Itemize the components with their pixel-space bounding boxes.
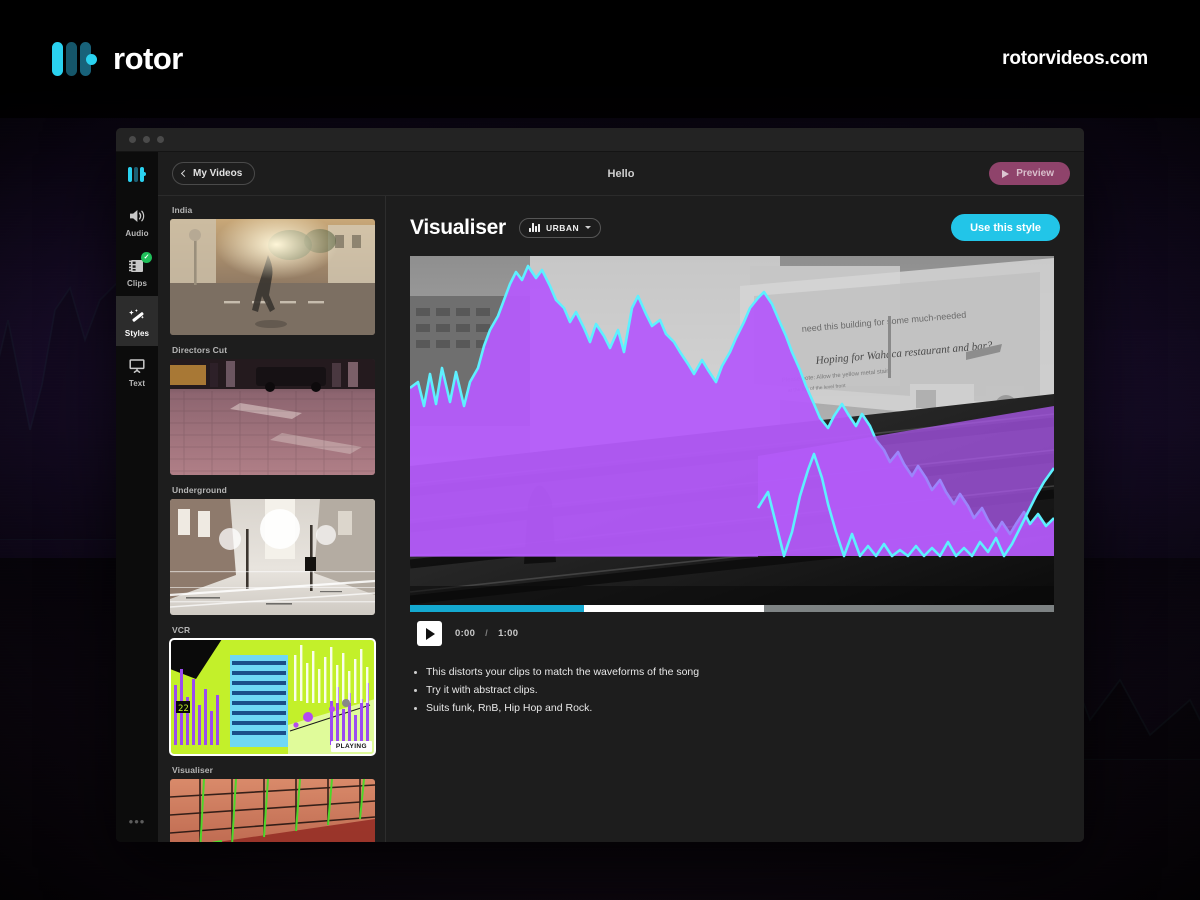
list-item: This distorts your clips to match the wa… [426,663,1054,681]
time-display: 0:00 / 1:00 [455,628,518,639]
preview-button[interactable]: Preview [989,162,1070,185]
brand-name: rotor [113,41,183,76]
back-button-label: My Videos [193,168,243,179]
page-title: Visualiser [410,215,506,239]
play-triangle-icon [1002,169,1010,178]
genre-dropdown[interactable]: URBAN [518,217,602,238]
clip-label: Directors Cut [172,345,228,355]
style-detail-header: Visualiser URBAN Use this style [410,214,1060,241]
close-traffic-light-icon[interactable] [129,136,136,143]
clip-thumbnail-visualiser[interactable]: 22 PLAYING [169,638,376,756]
sidebar-item-clips[interactable]: ✓ Clips [116,246,158,296]
left-nav-rail: Audio ✓ Clips Styles Text ••• [116,152,158,842]
speaker-icon [127,207,147,225]
svg-text:22: 22 [178,704,189,714]
play-button[interactable] [417,621,442,646]
brand-header: rotor rotorvideos.com [0,0,1200,118]
film-strip-icon: ✓ [127,252,152,275]
sidebar-item-label: Text [128,379,146,388]
bar-chart-icon [528,223,540,232]
preview-button-label: Preview [1016,168,1054,179]
clip-thumbnail-last[interactable] [170,779,375,842]
list-item: Suits funk, RnB, Hip Hop and Rock. [426,699,1054,717]
back-to-my-videos-button[interactable]: My Videos [172,162,256,185]
presentation-screen-icon [127,357,147,375]
app-window: Audio ✓ Clips Styles Text ••• My Videos … [116,128,1084,842]
page-root: rotor rotorvideos.com Audio ✓ Clips Styl… [0,0,1200,900]
window-titlebar [116,128,1084,152]
clip-label: Underground [172,485,227,495]
player-controls: 0:00 / 1:00 [410,612,1054,646]
clips-complete-check-icon: ✓ [141,252,152,263]
clip-thumbnail-underground[interactable] [170,499,375,615]
time-separator: / [485,628,489,639]
chevron-down-icon [585,226,592,229]
style-description-list: This distorts your clips to match the wa… [426,663,1054,717]
sidebar-item-styles[interactable]: Styles [116,296,158,346]
progress-played [410,605,584,612]
video-preview-wrap: need this building for some much-needed … [410,256,1054,717]
clip-label: India [172,205,193,215]
brand-url: rotorvideos.com [1002,48,1148,69]
magic-wand-icon [127,307,147,325]
use-this-style-button[interactable]: Use this style [951,214,1060,241]
rail-overflow-icon[interactable]: ••• [129,815,146,828]
genre-label: URBAN [545,222,580,233]
rail-rotor-logo-icon[interactable] [116,152,158,196]
sidebar-item-label: Audio [125,229,149,238]
rotor-bars-logo-icon [52,42,97,76]
total-time: 1:00 [498,628,519,639]
style-detail-panel: Visualiser URBAN Use this style need thi… [386,196,1084,842]
current-time: 0:00 [455,628,476,639]
sidebar-item-label: Styles [124,329,150,338]
video-progress-bar[interactable] [410,605,1054,612]
minimize-traffic-light-icon[interactable] [143,136,150,143]
clip-label: VCR [172,625,191,635]
clip-thumbnail-directors-cut[interactable] [170,359,375,475]
sidebar-item-audio[interactable]: Audio [116,196,158,246]
project-title: Hello [607,167,635,180]
chevron-left-icon [180,169,189,178]
list-item: Try it with abstract clips. [426,681,1054,699]
clip-thumbnail-india[interactable] [170,219,375,335]
app-topbar: My Videos Hello Preview [158,152,1084,196]
video-preview[interactable]: need this building for some much-needed … [410,256,1054,612]
progress-buffered [583,605,765,612]
clip-label: Visualiser [172,765,214,775]
brand-lockup: rotor [52,41,183,77]
zoom-traffic-light-icon[interactable] [157,136,164,143]
app-body: Audio ✓ Clips Styles Text ••• My Videos … [116,152,1084,842]
visualiser-waveform-chart: need this building for some much-needed … [410,256,1054,612]
play-triangle-icon [426,627,435,640]
main-column: My Videos Hello Preview India Directors … [158,152,1084,842]
clip-list-panel[interactable]: India Directors Cut Underground VCR 22 P… [158,196,386,842]
sidebar-item-label: Clips [126,279,148,288]
playing-badge: PLAYING [330,741,372,752]
content-area: India Directors Cut Underground VCR 22 P… [158,196,1084,842]
progress-remaining [764,605,1054,612]
sidebar-item-text[interactable]: Text [116,346,158,396]
